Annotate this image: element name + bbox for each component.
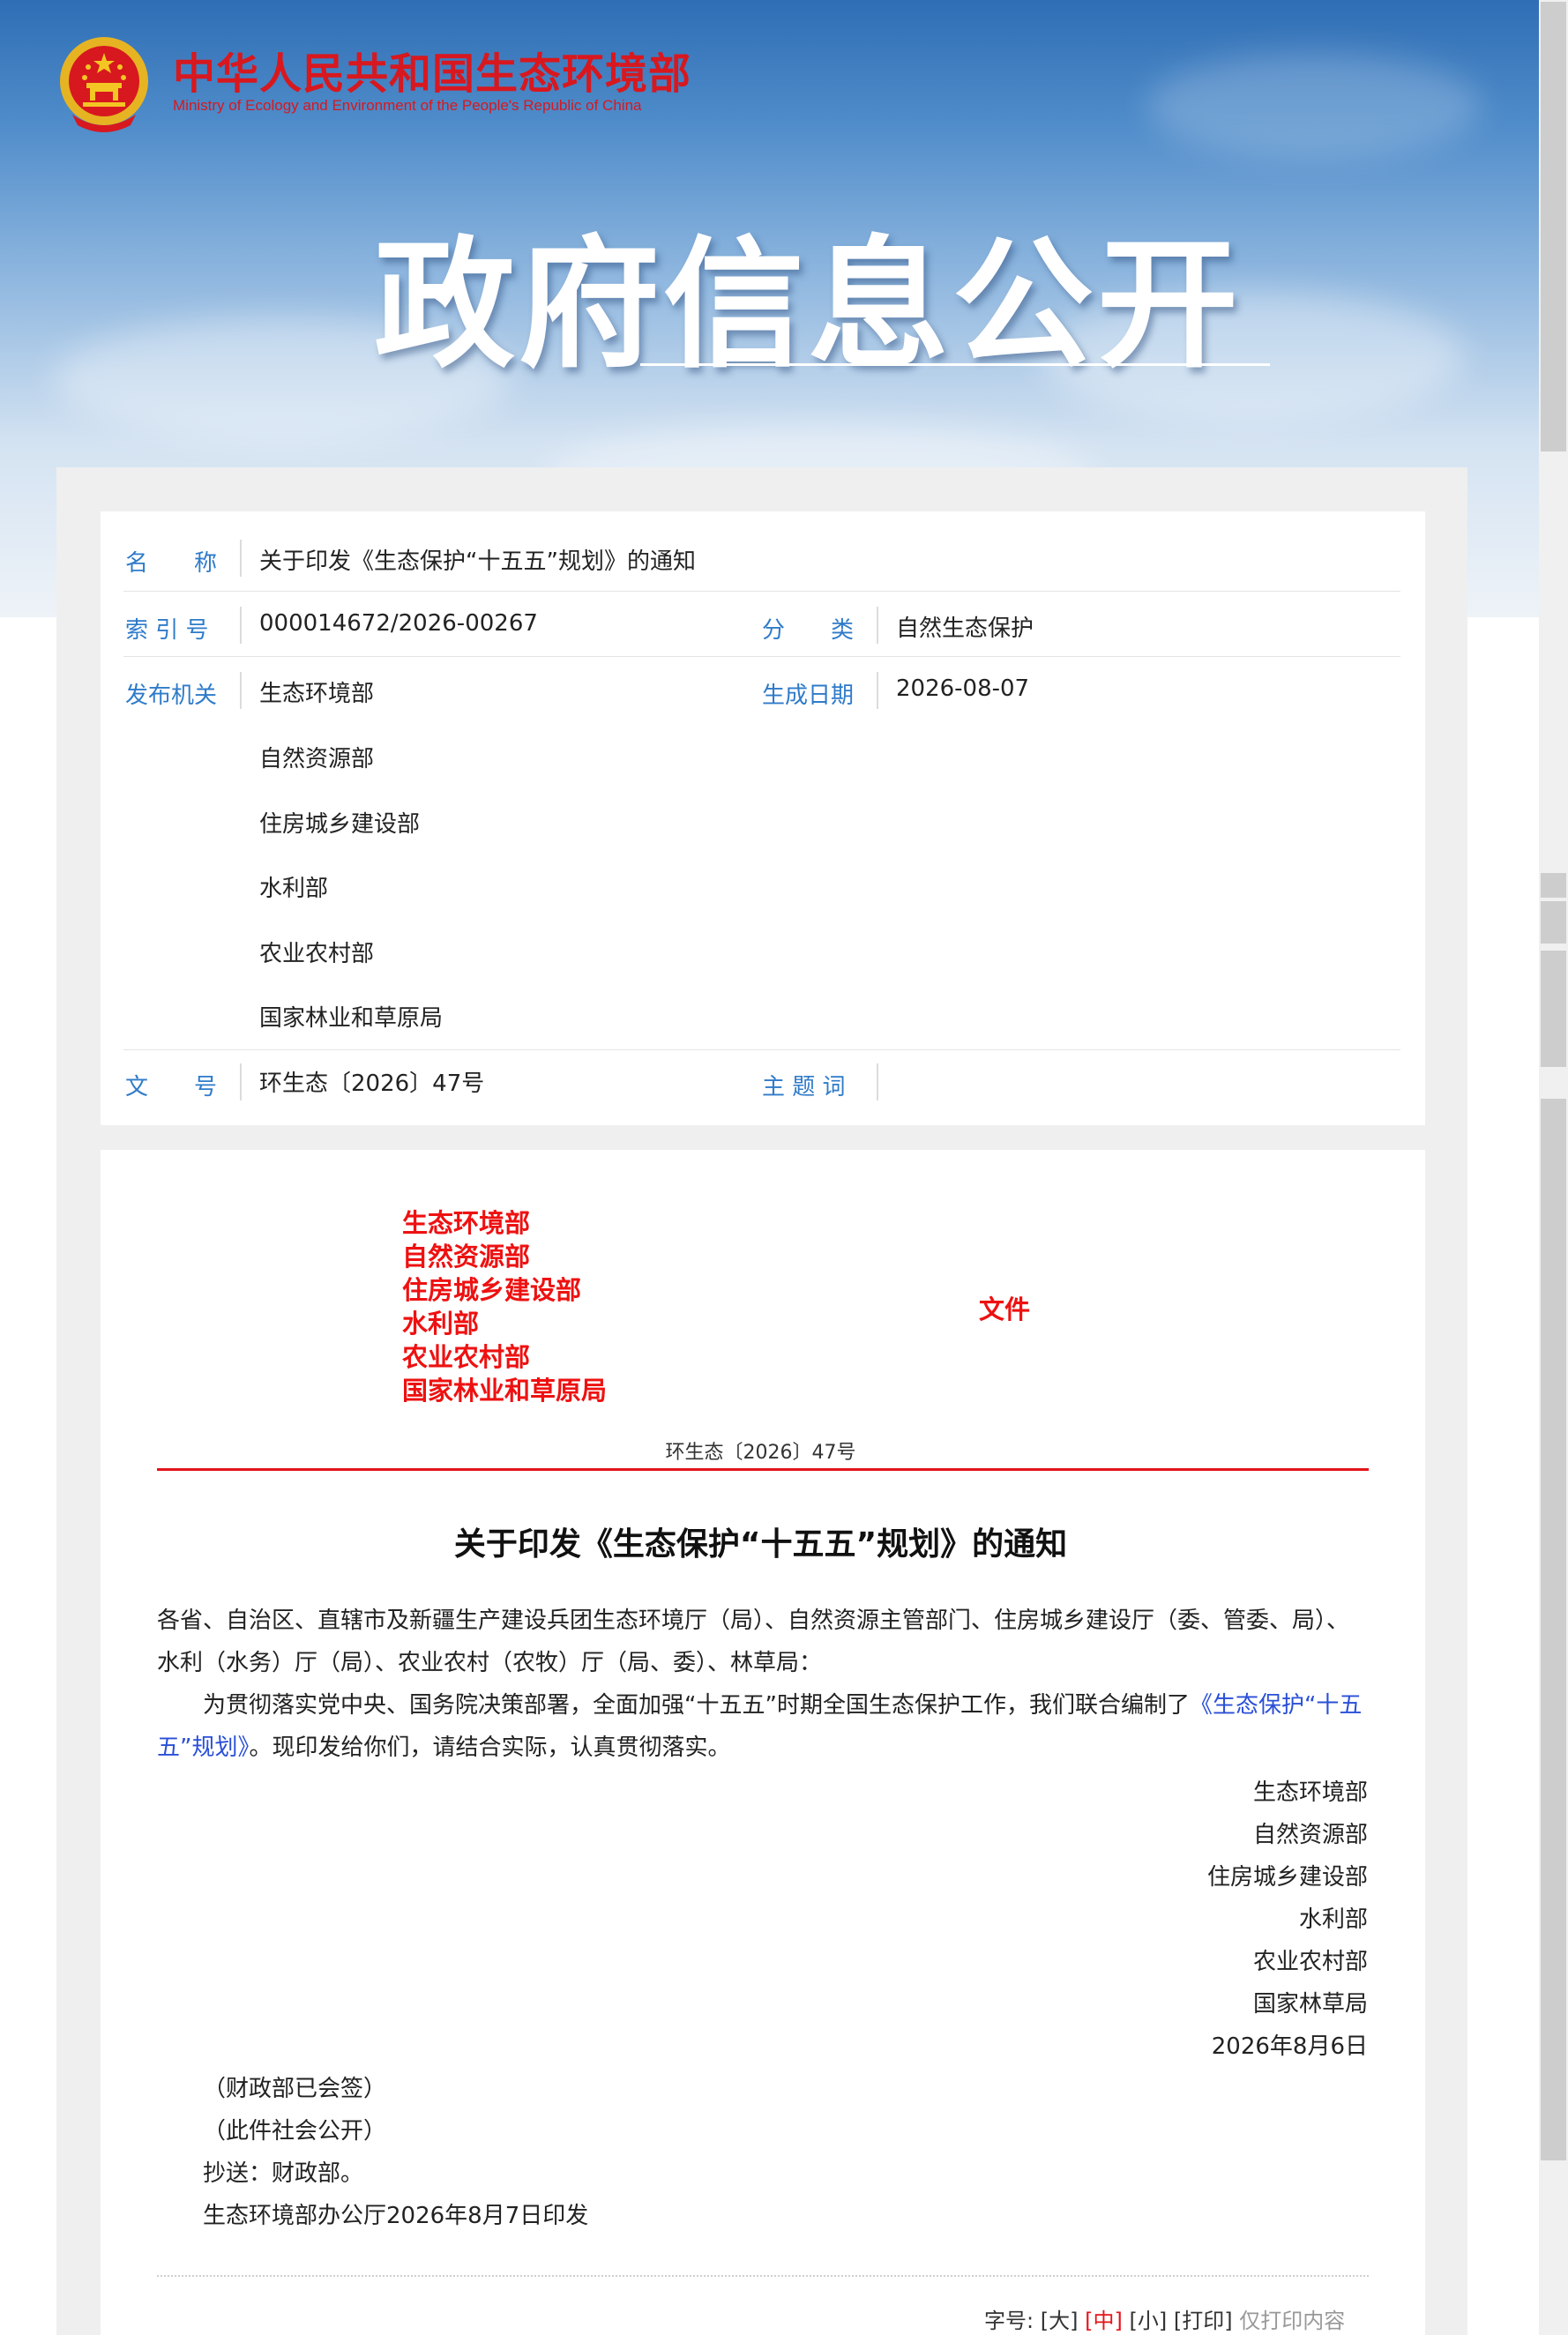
issuing-org: 水利部 — [402, 1309, 480, 1339]
signatory: 农业农村部 — [1252, 1949, 1368, 1975]
scrollbar-segment — [1541, 873, 1566, 898]
red-divider — [157, 1468, 1369, 1471]
document-title: 关于印发《生态保护“十五五”规划》的通知 — [453, 1526, 1068, 1563]
separator — [877, 1063, 878, 1100]
scrollbar-thumb[interactable] — [1541, 2, 1566, 451]
page-scrollbar[interactable] — [1539, 0, 1568, 2335]
index-label: 索 引 号 — [125, 617, 209, 644]
hero-underline — [640, 363, 1270, 366]
issuer-label: 发布机关 — [125, 683, 218, 709]
signatory: 国家林草局 — [1252, 1991, 1368, 2018]
font-small-button[interactable]: [小] — [1129, 2309, 1167, 2333]
font-large-button[interactable]: [大] — [1041, 2309, 1079, 2333]
keywords-label: 主 题 词 — [762, 1074, 846, 1100]
scrollbar-segment — [1541, 1099, 1566, 2160]
font-medium-button[interactable]: [中] — [1085, 2309, 1123, 2333]
signatory: 自然资源部 — [1252, 1822, 1368, 1848]
category-label: 分 类 — [762, 617, 855, 644]
sign-date: 2026年8月6日 — [1211, 2033, 1368, 2060]
issuer-value: 水利部 — [259, 876, 329, 902]
cc-line: 抄送：财政部。 — [203, 2160, 364, 2187]
separator — [240, 607, 242, 644]
font-size-toolbar: 字号: [大] [中] [小] [打印] 仅打印内容 — [984, 2303, 1345, 2334]
category-value: 自然生态保护 — [896, 615, 1034, 642]
row-divider — [123, 591, 1400, 592]
date-label: 生成日期 — [762, 683, 855, 709]
document-wenjian: 文件 — [979, 1294, 1031, 1324]
note-public: （此件社会公开） — [203, 2118, 387, 2145]
print-content-only[interactable]: 仅打印内容 — [1239, 2309, 1345, 2333]
issuing-org: 生态环境部 — [402, 1208, 531, 1238]
issuer-value: 生态环境部 — [259, 681, 375, 707]
name-value: 关于印发《生态保护“十五五”规划》的通知 — [259, 548, 696, 575]
issuer-value: 住房城乡建设部 — [259, 811, 421, 838]
separator — [240, 540, 242, 577]
national-emblem-icon — [60, 37, 148, 132]
issuer-value: 国家林业和草原局 — [259, 1005, 444, 1032]
row-divider — [123, 656, 1400, 657]
signatory: 生态环境部 — [1252, 1779, 1368, 1806]
note-countersign: （财政部已会签） — [203, 2076, 387, 2102]
ministry-title[interactable]: 中华人民共和国生态环境部 — [173, 39, 691, 101]
issuing-org: 住房城乡建设部 — [402, 1275, 582, 1305]
signatory: 住房城乡建设部 — [1206, 1864, 1368, 1891]
issuing-orgs-block: 生态环境部 自然资源部 住房城乡建设部 水利部 农业农村部 国家林业和草原局 — [402, 1206, 607, 1407]
scrollbar-segment — [1541, 951, 1566, 1067]
name-label: 名 称 — [125, 550, 218, 577]
separator — [240, 672, 242, 709]
signatory: 水利部 — [1298, 1906, 1368, 1933]
docno-label: 文 号 — [125, 1074, 218, 1100]
row-divider — [123, 1049, 1400, 1050]
body-paragraph: 为贯彻落实党中央、国务院决策部署，全面加强“十五五”时期全国生态保护工作，我们联… — [157, 1692, 1363, 1761]
docno-value: 环生态〔2026〕47号 — [259, 1071, 485, 1097]
separator — [877, 672, 878, 709]
ministry-title-en: Ministry of Ecology and Environment of t… — [173, 97, 642, 114]
scrollbar-segment — [1541, 901, 1566, 944]
separator — [240, 1063, 242, 1100]
dotted-divider — [157, 2275, 1369, 2277]
print-button[interactable]: [打印] — [1174, 2309, 1233, 2333]
printed-by: 生态环境部办公厅2026年8月7日印发 — [203, 2203, 589, 2229]
separator — [877, 607, 878, 644]
index-value: 000014672/2026-00267 — [259, 610, 538, 637]
issuing-org: 国家林业和草原局 — [402, 1376, 608, 1406]
font-size-label: 字号: — [984, 2309, 1034, 2333]
recipients: 各省、自治区、直辖市及新疆生产建设兵团生态环境厅（局）、自然资源主管部门、住房城… — [157, 1608, 1350, 1676]
issuing-org: 自然资源部 — [402, 1242, 531, 1272]
date-value: 2026-08-07 — [896, 675, 1030, 702]
issuer-value: 自然资源部 — [259, 746, 375, 772]
document-number: 环生态〔2026〕47号 — [665, 1442, 856, 1464]
issuing-org: 农业农村部 — [402, 1342, 531, 1372]
issuer-value: 农业农村部 — [259, 941, 375, 967]
